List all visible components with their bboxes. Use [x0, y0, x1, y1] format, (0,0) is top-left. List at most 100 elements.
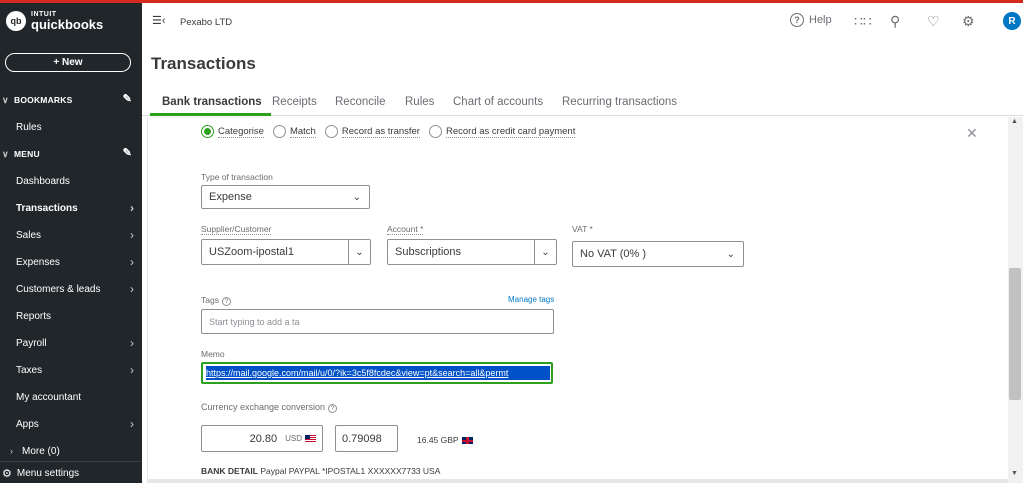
pencil-icon[interactable]: ✎ — [123, 92, 132, 105]
sidebar-item-label: Payroll — [16, 337, 47, 349]
manage-tags-link[interactable]: Manage tags — [508, 295, 554, 304]
bank-detail-label: BANK DETAIL — [201, 466, 258, 476]
info-icon[interactable]: ? — [328, 404, 338, 413]
logo-line2: quickbooks — [31, 17, 104, 32]
apps-grid-icon[interactable]: ∷∷ — [854, 13, 872, 30]
sidebar-menu-label: MENU — [14, 149, 40, 159]
sidebar-item-label: Sales — [16, 229, 42, 241]
sidebar-item-label: Expenses — [16, 256, 60, 268]
chevron-right-icon: › — [130, 417, 134, 431]
transaction-detail-panel: Categorise Match Record as transfer Reco… — [147, 117, 1005, 483]
radio-match-label[interactable]: Match — [289, 126, 316, 138]
quickbooks-logo[interactable]: qb INTUIT quickbooks — [6, 11, 103, 31]
sidebar-item-rules[interactable]: Rules — [0, 116, 142, 138]
tab-recurring-transactions[interactable]: Recurring transactions — [562, 96, 677, 108]
chevron-down-icon: ∨ — [2, 94, 9, 105]
sidebar-item-label: Dashboards — [16, 175, 70, 187]
radio-record-transfer-label[interactable]: Record as transfer — [341, 126, 420, 138]
sidebar-item-customers-leads[interactable]: Customers & leads › — [0, 278, 142, 300]
tab-receipts[interactable]: Receipts — [272, 96, 317, 108]
pencil-icon[interactable]: ✎ — [123, 146, 132, 159]
sidebar-item-label: Taxes — [16, 364, 43, 376]
tab-rules[interactable]: Rules — [405, 96, 434, 108]
help-label: Help — [809, 14, 832, 26]
info-icon[interactable]: ? — [221, 297, 231, 306]
sidebar-menu-header[interactable]: ∨ MENU ✎ — [0, 143, 142, 165]
radio-record-cc-payment[interactable] — [428, 125, 442, 138]
chevron-right-icon: › — [130, 282, 134, 296]
sidebar-item-more[interactable]: › More (0) — [0, 440, 142, 462]
scroll-down-arrow-icon[interactable]: ▼ — [1011, 470, 1018, 477]
new-button[interactable]: + New — [5, 53, 131, 72]
close-icon[interactable]: ✕ — [966, 125, 978, 142]
company-name: Pexabo LTD — [180, 17, 233, 28]
avatar[interactable]: R — [1003, 12, 1021, 30]
chevron-down-icon[interactable]: ⌄ — [534, 240, 556, 264]
vat-select[interactable]: No VAT (0% ) ⌄ — [572, 241, 744, 267]
tab-bank-transactions[interactable]: Bank transactions — [162, 96, 262, 108]
radio-match[interactable] — [272, 125, 286, 138]
vat-value: No VAT (0% ) — [580, 248, 647, 260]
memo-input[interactable]: https://mail.google.com/mail/u/0/?ik=3c5… — [201, 362, 553, 384]
bank-detail: BANK DETAIL Paypal PAYPAL *IPOSTAL1 XXXX… — [201, 466, 440, 476]
exchange-rate-field[interactable]: 0.79098 — [335, 425, 398, 452]
sidebar-item-expenses[interactable]: Expenses › — [0, 251, 142, 273]
chevron-right-icon: › — [10, 446, 13, 456]
sidebar-item-apps[interactable]: Apps › — [0, 413, 142, 435]
chevron-right-icon: › — [130, 336, 134, 350]
sidebar-item-label: Apps — [16, 418, 39, 430]
exchange-rate-value: 0.79098 — [342, 432, 382, 445]
radio-record-cc-payment-label[interactable]: Record as credit card payment — [445, 126, 576, 138]
radio-categorise[interactable] — [201, 125, 214, 138]
chevron-right-icon: › — [130, 255, 134, 269]
page-title: Transactions — [151, 54, 256, 73]
amount-field[interactable]: 20.80 USD — [201, 425, 323, 452]
chevron-down-icon[interactable]: ⌄ — [348, 240, 370, 264]
sidebar-bookmarks-header[interactable]: ∨ BOOKMARKS ✎ — [0, 89, 142, 111]
menu-settings-button[interactable]: ⚙ Menu settings — [2, 467, 79, 480]
scrollbar-thumb[interactable] — [1009, 268, 1021, 400]
help-icon: ? — [790, 13, 804, 27]
chevron-down-icon: ⌄ — [726, 249, 735, 260]
sidebar-item-transactions[interactable]: Transactions › — [0, 197, 142, 219]
help-button[interactable]: ? Help — [790, 13, 832, 27]
tags-label: Tags? — [201, 295, 231, 306]
radio-record-transfer[interactable] — [324, 125, 338, 138]
amount-currency: USD — [285, 434, 302, 443]
tab-reconcile[interactable]: Reconcile — [335, 96, 386, 108]
supplier-customer-label: Supplier/Customer — [201, 224, 272, 235]
memo-label: Memo — [201, 349, 225, 359]
type-of-transaction-select[interactable]: Expense ⌄ — [201, 185, 370, 209]
action-radio-group: Categorise Match Record as transfer Reco… — [201, 125, 584, 138]
sidebar-item-dashboards[interactable]: Dashboards — [0, 170, 142, 192]
bank-detail-value: Paypal PAYPAL *IPOSTAL1 XXXXXX7733 USA — [260, 466, 441, 476]
chevron-down-icon: ∨ — [2, 148, 9, 159]
sidebar-item-label: Reports — [16, 310, 52, 322]
notification-bell-icon[interactable]: ♡ — [927, 13, 940, 30]
currency-conversion-label: Currency exchange conversion? — [201, 402, 338, 413]
chevron-right-icon: › — [130, 201, 134, 215]
tags-input[interactable]: Start typing to add a ta — [201, 309, 554, 334]
tags-placeholder: Start typing to add a ta — [209, 316, 300, 327]
active-tab-indicator — [150, 113, 271, 116]
type-of-transaction-value: Expense — [209, 191, 252, 203]
sidebar-item-payroll[interactable]: Payroll › — [0, 332, 142, 354]
search-icon[interactable]: ⚲ — [890, 13, 900, 30]
sidebar-item-my-accountant[interactable]: My accountant — [0, 386, 142, 408]
sidebar-item-label: Rules — [16, 121, 42, 133]
account-field[interactable]: Subscriptions ⌄ — [387, 239, 557, 265]
gb-flag-icon — [461, 437, 473, 445]
radio-categorise-label[interactable]: Categorise — [218, 126, 264, 138]
tab-bar: Bank transactions Receipts Reconcile Rul… — [142, 92, 1023, 116]
sidebar-item-sales[interactable]: Sales › — [0, 224, 142, 246]
supplier-customer-value: USZoom-ipostal1 — [209, 246, 294, 258]
settings-gear-icon[interactable]: ⚙ — [962, 13, 975, 30]
tab-chart-of-accounts[interactable]: Chart of accounts — [453, 96, 543, 108]
sidebar-item-reports[interactable]: Reports — [0, 305, 142, 327]
sidebar-item-taxes[interactable]: Taxes › — [0, 359, 142, 381]
horizontal-scrollbar[interactable] — [147, 479, 1008, 483]
hamburger-collapse-icon[interactable]: ☰‹ — [152, 14, 166, 27]
scroll-up-arrow-icon[interactable]: ▲ — [1011, 118, 1018, 125]
sidebar-divider — [0, 461, 142, 462]
supplier-customer-field[interactable]: USZoom-ipostal1 ⌄ — [201, 239, 371, 265]
